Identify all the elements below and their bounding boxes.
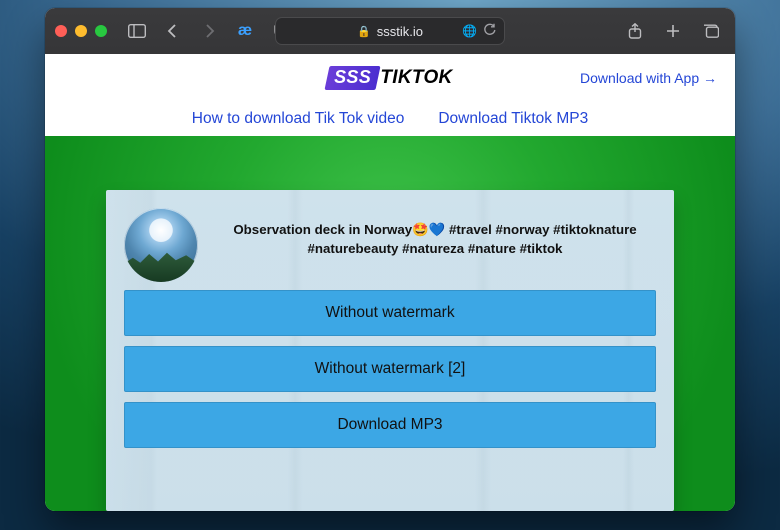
nav-back-icon[interactable] — [159, 18, 187, 44]
translate-icon[interactable]: 🌐 — [462, 24, 477, 38]
download-buttons: Without watermark Without watermark [2] … — [124, 290, 656, 448]
nav-forward-icon — [195, 18, 223, 44]
address-bar-host: ssstik.io — [377, 24, 423, 39]
nav-mp3-link[interactable]: Download Tiktok MP3 — [438, 110, 588, 128]
lock-icon: 🔒 — [357, 25, 371, 38]
address-bar[interactable]: 🔒 ssstik.io 🌐 — [275, 17, 505, 45]
window-controls — [55, 25, 107, 37]
page-content: SSS TIKTOK Download with App → How to do… — [45, 54, 735, 511]
share-icon[interactable] — [621, 18, 649, 44]
download-with-app-link[interactable]: Download with App → — [580, 70, 717, 86]
download-mp3-button[interactable]: Download MP3 — [124, 402, 656, 448]
hero-section: Observation deck in Norway🤩💙 #travel #no… — [45, 136, 735, 511]
result-card: Observation deck in Norway🤩💙 #travel #no… — [106, 190, 674, 511]
brand-logo[interactable]: SSS TIKTOK — [327, 66, 452, 90]
desktop-wallpaper: æ 🔒 ssstik.io 🌐 — [0, 0, 780, 530]
brand-badge: SSS — [325, 66, 381, 90]
fullscreen-window-button[interactable] — [95, 25, 107, 37]
download-no-watermark-button[interactable]: Without watermark — [124, 290, 656, 336]
browser-toolbar: æ 🔒 ssstik.io 🌐 — [45, 8, 735, 54]
nav-links: How to download Tik Tok video Download T… — [45, 102, 735, 136]
minimize-window-button[interactable] — [75, 25, 87, 37]
brand-text: TIKTOK — [380, 67, 452, 89]
tab-overview-icon[interactable] — [697, 18, 725, 44]
download-no-watermark-2-button[interactable]: Without watermark [2] — [124, 346, 656, 392]
nav-howto-link[interactable]: How to download Tik Tok video — [192, 110, 405, 128]
reload-icon[interactable] — [483, 23, 496, 39]
sidebar-toggle-icon[interactable] — [123, 18, 151, 44]
extension-ae-icon[interactable]: æ — [231, 18, 259, 44]
browser-window: æ 🔒 ssstik.io 🌐 — [45, 8, 735, 511]
site-header: SSS TIKTOK Download with App → — [45, 54, 735, 102]
video-title: Observation deck in Norway🤩💙 #travel #no… — [214, 208, 656, 259]
video-thumbnail — [124, 208, 198, 282]
close-window-button[interactable] — [55, 25, 67, 37]
new-tab-icon[interactable] — [659, 18, 687, 44]
